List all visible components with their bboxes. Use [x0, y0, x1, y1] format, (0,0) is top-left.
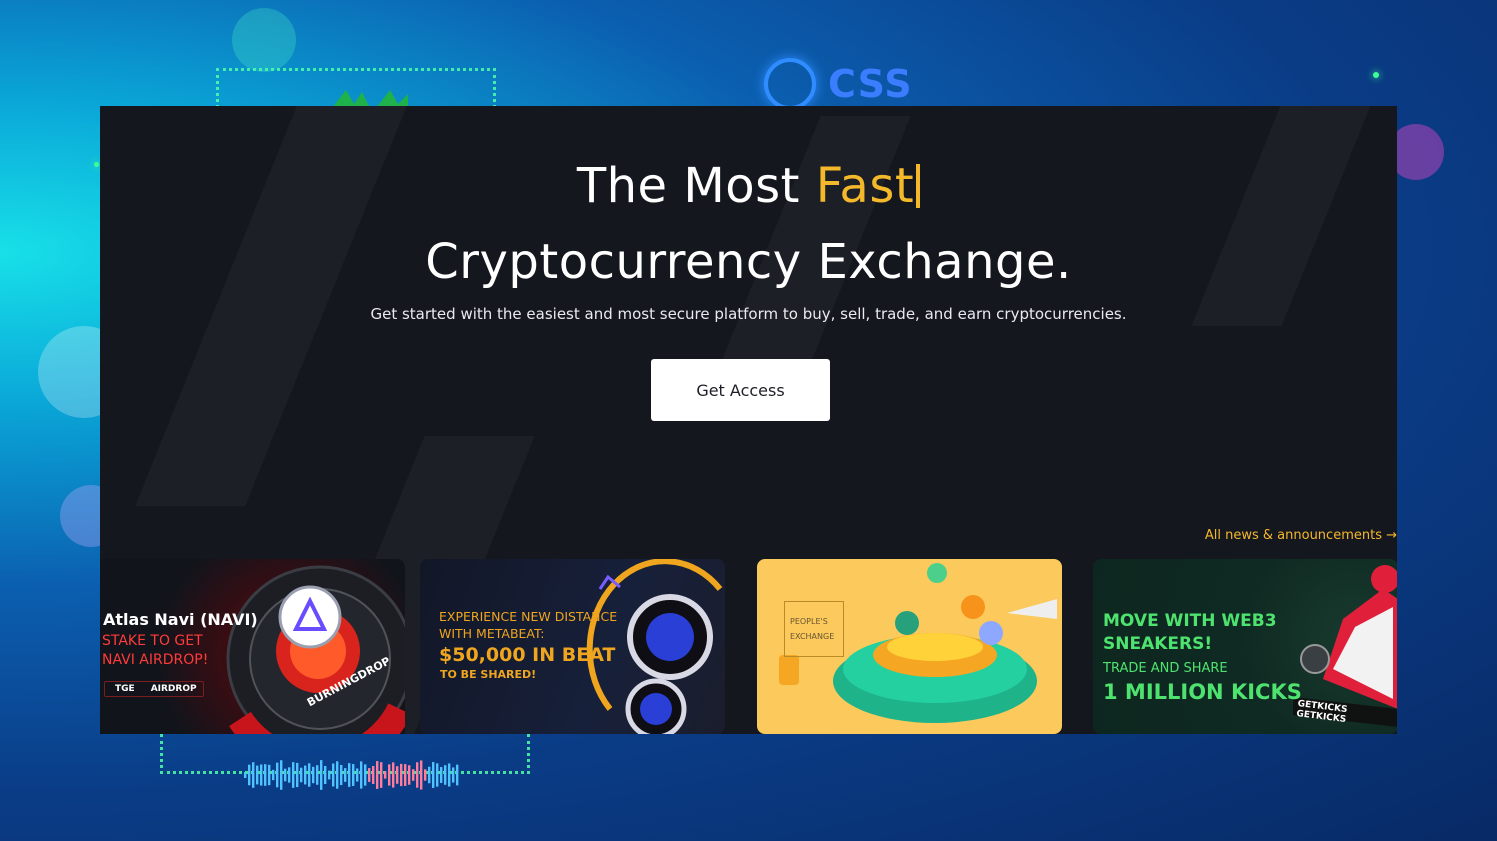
css-logo: CSS [764, 58, 913, 110]
wave-bar [304, 765, 307, 785]
bg-bubble [232, 8, 296, 72]
tag-tge: TGE [115, 684, 135, 694]
wave-bar [348, 763, 351, 787]
wave-bar [300, 767, 303, 783]
wave-bar [388, 764, 391, 786]
wave-bar [392, 762, 395, 788]
card-line: STAKE TO GET [102, 633, 203, 649]
wave-bar [332, 763, 335, 787]
card-line: EXPERIENCE NEW DISTANCE [439, 609, 618, 624]
wave-bar [416, 762, 419, 788]
wave-bar [352, 764, 355, 786]
card-line: SNEAKERS! [1103, 634, 1213, 654]
css-logo-text: CSS [828, 62, 913, 106]
wave-bar [308, 763, 311, 787]
audio-wave-icon [244, 760, 459, 790]
wave-bar [296, 762, 299, 788]
bg-slash [1192, 106, 1379, 326]
hero-title-line2: Cryptocurrency Exchange. [425, 234, 1072, 290]
wave-bar [372, 765, 375, 785]
news-card-navi[interactable]: Atlas Navi (NAVI) STAKE TO GET NAVI AIRD… [100, 559, 405, 734]
wave-bar [292, 762, 295, 788]
wave-bar [364, 764, 367, 786]
wave-bar [256, 765, 259, 785]
wave-bar [360, 761, 363, 789]
wave-bar [384, 771, 387, 779]
hero-title-prefix: The Most [576, 158, 816, 214]
wave-bar [368, 768, 371, 782]
wave-bar [344, 768, 347, 782]
bg-glow-dot [94, 162, 99, 167]
news-card-getkicks[interactable]: MOVE WITH WEB3 SNEAKERS! TRADE AND SHARE… [1093, 559, 1397, 734]
wave-bar [248, 764, 251, 786]
wave-bar [336, 761, 339, 789]
wave-bar [396, 766, 399, 784]
wave-bar [404, 764, 407, 786]
card-line: TRADE AND SHARE [1103, 661, 1228, 676]
wave-bar [320, 760, 323, 790]
wave-bar [428, 766, 431, 784]
typing-caret [916, 164, 921, 208]
wave-bar [424, 769, 427, 781]
hero-subtitle: Get started with the easiest and most se… [370, 305, 1127, 323]
news-card-exchange[interactable]: PEOPLE'S EXCHANGE [757, 559, 1062, 734]
card-line: MOVE WITH WEB3 [1103, 611, 1277, 631]
hero-title-line1: The Most Fast [100, 158, 1397, 214]
label-box [784, 601, 844, 657]
wave-bar [316, 765, 319, 785]
card-highlight: 1 MILLION KICKS [1103, 680, 1302, 704]
wave-bar [260, 764, 263, 786]
wave-bar [252, 762, 255, 788]
card-line: NAVI AIRDROP! [102, 652, 209, 668]
wave-bar [452, 767, 455, 783]
wave-bar [444, 765, 447, 785]
wave-bar [268, 764, 271, 786]
wave-bar [272, 769, 275, 781]
wave-bar [264, 764, 267, 786]
wave-bar [448, 763, 451, 787]
tag-airdrop: AIRDROP [150, 684, 197, 694]
wave-bar [432, 762, 435, 788]
hero-panel: The Most Fast Cryptocurrency Exchange. G… [100, 106, 1397, 734]
card-highlight: $50,000 IN BEAT [439, 644, 616, 666]
wave-bar [456, 764, 459, 786]
card-title: Atlas Navi (NAVI) [103, 610, 258, 629]
wave-bar [276, 762, 279, 788]
wave-bar [288, 767, 291, 783]
wave-bar [440, 767, 443, 783]
all-news-link[interactable]: All news & announcements → [1205, 528, 1397, 543]
wave-bar [356, 768, 359, 782]
hero-title-highlight: Fast [815, 158, 915, 214]
bg-glow-dot [1373, 72, 1379, 78]
wave-bar [400, 763, 403, 787]
wave-bar [324, 765, 327, 785]
get-access-button[interactable]: Get Access [651, 359, 830, 421]
card-tags: TGE AIRDROP [104, 681, 204, 697]
card-label: EXCHANGE [790, 632, 835, 641]
wave-bar [412, 769, 415, 781]
wave-bar [280, 760, 283, 790]
wave-bar [420, 760, 423, 790]
news-card-metabeat[interactable]: EXPERIENCE NEW DISTANCE WITH METABEAT: $… [420, 559, 725, 734]
card-line: WITH METABEAT: [439, 626, 545, 641]
wave-bar [244, 772, 247, 778]
wave-bar [312, 766, 315, 784]
wave-bar [340, 764, 343, 786]
wave-bar [436, 763, 439, 787]
card-line: TO BE SHARED! [440, 668, 537, 681]
wave-bar [284, 768, 287, 782]
wave-bar [376, 761, 379, 789]
wave-bar [408, 765, 411, 785]
wave-bar [380, 762, 383, 788]
wave-bar [328, 770, 331, 780]
card-label: PEOPLE'S [790, 617, 828, 626]
css-ring-icon [764, 58, 816, 110]
